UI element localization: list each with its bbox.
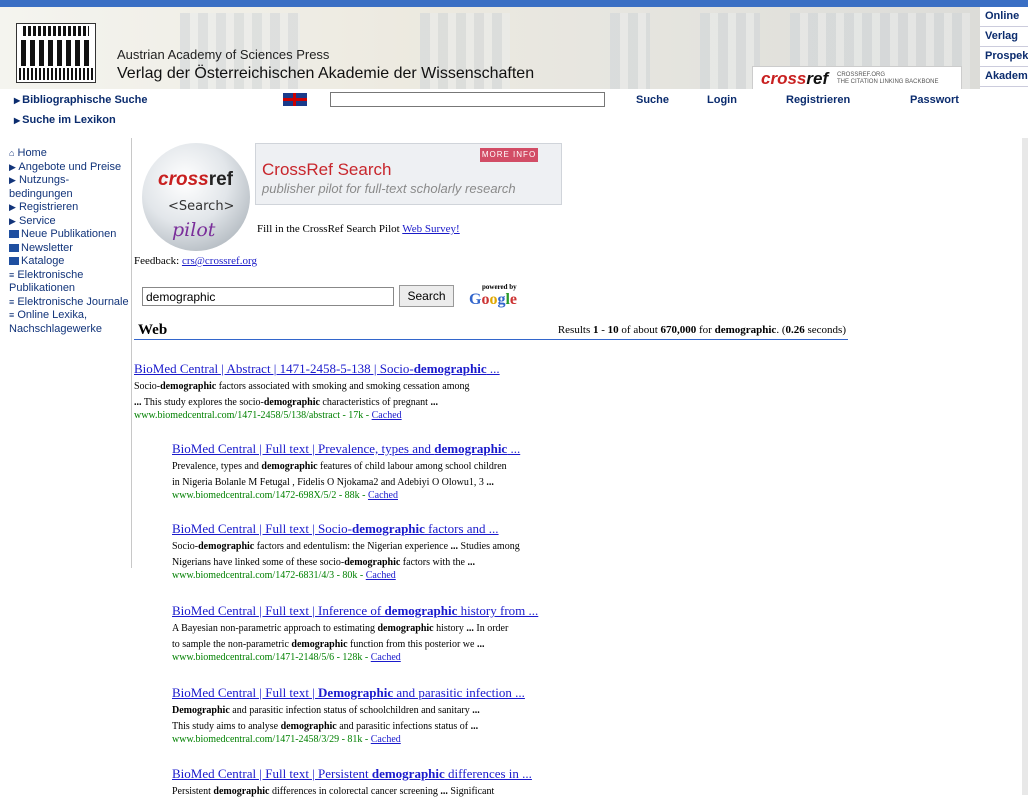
result-snippet: Persistent demographic differences in co… bbox=[172, 786, 495, 797]
nav-suche-im-lexikon[interactable]: ▶ Suche im Lexikon bbox=[14, 114, 116, 126]
cached-link[interactable]: Cached bbox=[371, 734, 401, 745]
result-snippet: ... This study explores the socio-demogr… bbox=[134, 397, 438, 408]
search-button[interactable]: Search bbox=[399, 285, 454, 307]
nav-bibliographische-suche[interactable]: ▶ Bibliographische Suche bbox=[14, 94, 147, 106]
left-nav-item-neue-publikationen[interactable]: Neue Publikationen bbox=[9, 228, 131, 242]
result-title-link[interactable]: BioMed Central | Full text | Persistent … bbox=[172, 766, 642, 782]
left-nav-item-newsletter[interactable]: Newsletter bbox=[9, 242, 131, 256]
result-snippet: This study aims to analyse demographic a… bbox=[172, 721, 479, 732]
result-url: www.biomedcentral.com/1471-2148/5/6 - 12… bbox=[172, 652, 401, 663]
left-nav-item-home[interactable]: ⌂ Home bbox=[9, 147, 131, 161]
left-nav: ⌂ Home ▶ Angebote und Preise ▶ Nutzungs-… bbox=[9, 147, 131, 336]
result-item: BioMed Central | Abstract | 1471-2458-5-… bbox=[134, 361, 604, 422]
left-nav-item-elektronische-publikationen[interactable]: ≡ Elektronische Publikationen bbox=[9, 269, 131, 296]
list-icon: ≡ bbox=[9, 310, 15, 320]
right-nav-akademie[interactable]: Akadem bbox=[980, 67, 1028, 87]
uk-flag-icon[interactable] bbox=[283, 93, 307, 106]
left-nav-item-nutzungsbedingungen[interactable]: ▶ Nutzungs-bedingungen bbox=[9, 174, 131, 201]
square-icon bbox=[9, 243, 19, 252]
building-photo bbox=[610, 13, 650, 89]
cached-link[interactable]: Cached bbox=[368, 490, 398, 501]
cached-link[interactable]: Cached bbox=[372, 410, 402, 421]
square-icon bbox=[9, 230, 19, 239]
result-item: BioMed Central | Full text | Demographic… bbox=[172, 685, 642, 746]
search-input[interactable]: demographic bbox=[142, 287, 394, 306]
result-snippet: A Bayesian non-parametric approach to es… bbox=[172, 623, 509, 634]
content-divider bbox=[131, 138, 132, 568]
web-survey-link[interactable]: Web Survey! bbox=[402, 223, 459, 235]
result-item: BioMed Central | Full text | Prevalence,… bbox=[172, 441, 642, 502]
home-icon: ⌂ bbox=[9, 148, 15, 158]
triangle-icon: ▶ bbox=[9, 175, 16, 185]
left-nav-item-service[interactable]: ▶ Service bbox=[9, 215, 131, 229]
google-logo[interactable]: Google bbox=[469, 291, 517, 309]
result-title-link[interactable]: BioMed Central | Abstract | 1471-2458-5-… bbox=[134, 361, 604, 377]
cached-link[interactable]: Cached bbox=[371, 652, 401, 663]
top-search-input[interactable] bbox=[330, 92, 605, 107]
result-url: www.biomedcentral.com/1471-2458/3/29 - 8… bbox=[172, 734, 401, 745]
triangle-icon: ▶ bbox=[9, 202, 16, 212]
feedback-text: Feedback: crs@crossref.org bbox=[134, 255, 257, 267]
banner-title: CrossRef Search bbox=[262, 160, 392, 179]
triangle-icon: ▶ bbox=[14, 116, 21, 125]
result-snippet: Nigerians have linked some of these soci… bbox=[172, 557, 475, 568]
triangle-icon: ▶ bbox=[9, 215, 16, 226]
result-url: www.biomedcentral.com/1471-2458/5/138/ab… bbox=[134, 410, 402, 421]
powered-by-google: powered by Google bbox=[469, 283, 518, 309]
cached-link[interactable]: Cached bbox=[366, 570, 396, 581]
result-item: BioMed Central | Full text | Inference o… bbox=[172, 603, 642, 664]
result-title-link[interactable]: BioMed Central | Full text | Inference o… bbox=[172, 603, 642, 619]
publisher-name-de: Verlag der Österreichischen Akademie der… bbox=[117, 65, 535, 82]
right-nav-prospekt[interactable]: Prospek bbox=[980, 47, 1028, 67]
result-title-link[interactable]: BioMed Central | Full text | Prevalence,… bbox=[172, 441, 642, 457]
result-snippet: Socio-demographic factors associated wit… bbox=[134, 381, 470, 392]
nav-suche[interactable]: Suche bbox=[636, 94, 669, 106]
right-nav-verlag[interactable]: Verlag bbox=[980, 27, 1028, 47]
results-count: Results 1 - 10 of about 670,000 for demo… bbox=[557, 324, 846, 336]
crossref-logo[interactable]: crossref CROSSREF.ORG THE CITATION LINKIN… bbox=[752, 66, 962, 89]
crossref-search-banner[interactable]: MORE INFO CrossRef Search publisher pilo… bbox=[255, 143, 562, 205]
survey-text: Fill in the CrossRef Search Pilot Web Su… bbox=[257, 223, 460, 235]
feedback-email-link[interactable]: crs@crossref.org bbox=[182, 255, 257, 267]
nav-login[interactable]: Login bbox=[707, 94, 737, 106]
result-item: BioMed Central | Full text | Socio-demog… bbox=[172, 521, 642, 582]
result-title-link[interactable]: BioMed Central | Full text | Socio-demog… bbox=[172, 521, 642, 537]
nav-passwort[interactable]: Passwort bbox=[910, 94, 959, 106]
result-snippet: Prevalence, types and demographic featur… bbox=[172, 461, 507, 472]
academy-logo[interactable] bbox=[16, 23, 96, 83]
right-nav: Online Verlag Prospek Akadem bbox=[980, 7, 1028, 89]
list-icon: ≡ bbox=[9, 296, 15, 307]
triangle-icon: ▶ bbox=[14, 96, 21, 105]
web-label: Web bbox=[138, 322, 168, 338]
list-icon: ≡ bbox=[9, 269, 15, 280]
left-nav-item-elektronische-journale[interactable]: ≡ Elektronische Journale bbox=[9, 296, 131, 310]
top-accent-bar bbox=[0, 0, 1028, 7]
result-title-link[interactable]: BioMed Central | Full text | Demographic… bbox=[172, 685, 642, 701]
building-photo bbox=[700, 13, 760, 89]
results-header: Web Results 1 - 10 of about 670,000 for … bbox=[134, 322, 848, 340]
left-nav-item-online-lexika[interactable]: ≡ Online Lexika, Nachschlagewerke bbox=[9, 309, 131, 336]
banner-subtitle: publisher pilot for full-text scholarly … bbox=[262, 181, 516, 196]
publisher-name-en: Austrian Academy of Sciences Press bbox=[117, 47, 330, 62]
crossref-search-pilot-logo[interactable]: crossref <Search> pilot bbox=[142, 143, 250, 251]
result-item: BioMed Central | Full text | Persistent … bbox=[172, 766, 642, 798]
result-snippet: Socio-demographic factors and edentulism… bbox=[172, 541, 520, 552]
result-url: www.biomedcentral.com/1472-6831/4/3 - 80… bbox=[172, 570, 396, 581]
result-url: www.biomedcentral.com/1472-698X/5/2 - 88… bbox=[172, 490, 398, 501]
right-nav-online[interactable]: Online bbox=[980, 7, 1028, 27]
left-nav-item-angebote[interactable]: ▶ Angebote und Preise bbox=[9, 161, 131, 175]
scrollbar[interactable] bbox=[1022, 138, 1028, 795]
left-nav-item-registrieren[interactable]: ▶ Registrieren bbox=[9, 201, 131, 215]
more-info-button[interactable]: MORE INFO bbox=[480, 148, 538, 162]
header-banner: Austrian Academy of Sciences Press Verla… bbox=[0, 7, 980, 89]
result-snippet: in Nigeria Bolanle M Fetugal , Fidelis O… bbox=[172, 477, 494, 488]
result-snippet: to sample the non-parametric demographic… bbox=[172, 639, 485, 650]
square-icon bbox=[9, 257, 19, 266]
triangle-icon: ▶ bbox=[9, 161, 16, 172]
left-nav-item-kataloge[interactable]: Kataloge bbox=[9, 255, 131, 269]
nav-registrieren[interactable]: Registrieren bbox=[786, 94, 850, 106]
result-snippet: Demographic and parasitic infection stat… bbox=[172, 705, 480, 716]
